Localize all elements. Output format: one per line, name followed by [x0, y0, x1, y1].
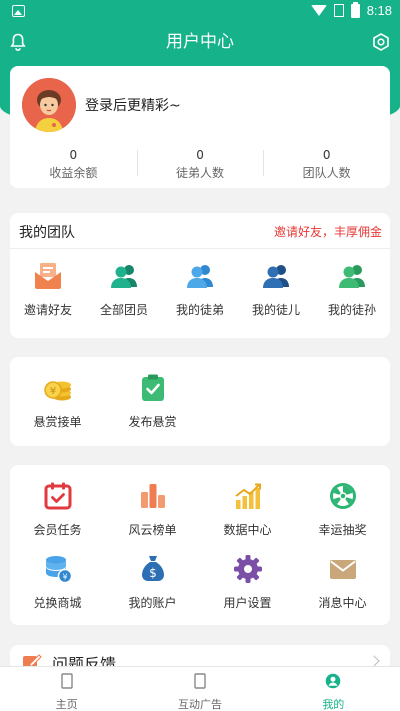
tab-label: 主页	[55, 698, 78, 711]
stat-balance[interactable]: 0 收益余额	[10, 144, 137, 184]
home-icon	[60, 673, 73, 689]
wifi-icon	[310, 5, 327, 16]
all-members-item[interactable]: 全部团员	[89, 261, 159, 318]
stat-label: 收益余额	[49, 166, 98, 180]
team-items: 邀请好友 全部团员 我的徒弟 我的徒儿 我的徒孙	[10, 261, 390, 318]
tab-home[interactable]: 主页	[0, 667, 133, 711]
data-center-item[interactable]: 数据中心	[200, 481, 295, 538]
member-tasks-item[interactable]: 会员任务	[10, 481, 105, 538]
my-account-item[interactable]: $ 我的账户	[105, 554, 200, 611]
users-icon	[187, 265, 213, 288]
users-icon	[339, 265, 365, 288]
item-label: 发布悬赏	[128, 415, 177, 429]
chevron-right-icon	[368, 655, 380, 667]
message-center-item[interactable]: 消息中心	[295, 554, 390, 611]
login-prompt[interactable]: 登录后更精彩~	[85, 95, 181, 115]
team-header: 我的团队 邀请好友，丰厚佣金	[10, 213, 390, 249]
calendar-check-icon	[44, 482, 71, 510]
item-label: 会员任务	[33, 523, 82, 537]
lucky-wheel-icon	[329, 483, 356, 509]
accept-bounty-item[interactable]: ¥ 悬赏接单	[10, 373, 105, 430]
invite-promo-link[interactable]: 邀请好友，丰厚佣金	[274, 223, 382, 240]
avatar[interactable]	[22, 78, 76, 132]
item-label: 风云榜单	[128, 523, 177, 537]
team-card: 我的团队 邀请好友，丰厚佣金 邀请好友 全部团员 我的徒弟 我的徒儿 我的徒孙	[10, 213, 390, 338]
lucky-draw-item[interactable]: 幸运抽奖	[295, 481, 390, 538]
money-bag-icon: $	[141, 556, 164, 581]
item-label: 消息中心	[318, 596, 367, 610]
services-grid: 会员任务 风云榜单 数据中心 幸运抽奖 ¥ 兑换商城 $ 我的账户 用户设置 消…	[10, 481, 390, 611]
database-icon: ¥	[45, 556, 72, 584]
bounty-card: ¥ 悬赏接单 发布悬赏	[10, 357, 390, 446]
item-label: 悬赏接单	[33, 415, 82, 429]
svg-text:$: $	[149, 566, 157, 580]
sim-icon	[333, 4, 344, 17]
item-label: 幸运抽奖	[318, 523, 367, 537]
ranking-icon	[140, 484, 165, 508]
tab-label: 我的	[322, 698, 345, 711]
invite-friends-item[interactable]: 邀请好友	[13, 261, 83, 318]
item-label: 我的账户	[128, 596, 177, 610]
stat-team-members[interactable]: 0 团队人数	[263, 144, 390, 184]
stat-value: 0	[69, 148, 78, 162]
tab-mine[interactable]: 我的	[267, 667, 400, 711]
svg-text:¥: ¥	[62, 573, 67, 582]
profile-stats: 0 收益余额 0 徒弟人数 0 团队人数	[10, 144, 390, 184]
item-label: 我的徒儿	[251, 303, 300, 317]
users-icon	[263, 265, 289, 288]
status-bar: 8:18	[0, 0, 400, 24]
item-label: 用户设置	[223, 596, 272, 610]
item-label: 全部团员	[99, 303, 148, 317]
stat-label: 团队人数	[302, 166, 351, 180]
stat-apprentices[interactable]: 0 徒弟人数	[136, 144, 264, 184]
tab-interactive-ads[interactable]: 互动广告	[133, 667, 266, 711]
stat-value: 0	[196, 148, 204, 162]
exchange-mall-item[interactable]: ¥ 兑换商城	[10, 554, 105, 611]
publish-bounty-item[interactable]: 发布悬赏	[105, 373, 200, 430]
envelope-icon	[35, 263, 61, 289]
profile-icon	[326, 673, 341, 689]
svg-text:¥: ¥	[49, 386, 55, 397]
page-title: 用户中心	[166, 32, 234, 52]
item-label: 兑换商城	[33, 596, 82, 610]
team-icon	[111, 265, 137, 288]
bar-chart-icon	[234, 483, 261, 509]
clipboard-check-icon	[141, 374, 164, 401]
my-apprentices-item[interactable]: 我的徒弟	[165, 261, 235, 318]
bottom-tab-bar: 主页 互动广告 我的	[0, 666, 400, 711]
gear-icon	[233, 555, 262, 583]
ad-icon	[194, 673, 206, 689]
gallery-notification-icon	[12, 5, 25, 17]
item-label: 数据中心	[223, 523, 272, 537]
bounty-items: ¥ 悬赏接单 发布悬赏	[10, 373, 390, 430]
item-label: 我的徒弟	[175, 303, 224, 317]
my-grand-apprentices-item[interactable]: 我的徒孙	[317, 261, 387, 318]
item-label: 我的徒孙	[327, 303, 376, 317]
leaderboard-item[interactable]: 风云榜单	[105, 481, 200, 538]
team-title: 我的团队	[19, 225, 75, 241]
profile-card: 登录后更精彩~ 0 收益余额 0 徒弟人数 0 团队人数	[10, 66, 390, 188]
battery-icon	[350, 1, 360, 18]
services-card: 会员任务 风云榜单 数据中心 幸运抽奖 ¥ 兑换商城 $ 我的账户 用户设置 消…	[10, 465, 390, 625]
item-label: 邀请好友	[23, 303, 72, 317]
settings-icon[interactable]	[372, 33, 390, 51]
tab-label: 互动广告	[177, 698, 222, 711]
stat-label: 徒弟人数	[176, 166, 225, 180]
mail-icon	[329, 560, 356, 579]
user-settings-item[interactable]: 用户设置	[200, 554, 295, 611]
stat-value: 0	[322, 148, 331, 162]
coins-icon: ¥	[43, 381, 71, 401]
my-disciples-item[interactable]: 我的徒儿	[241, 261, 311, 318]
status-time: 8:18	[366, 3, 392, 18]
status-indicators: 8:18	[310, 1, 392, 18]
avatar-image	[22, 78, 76, 132]
